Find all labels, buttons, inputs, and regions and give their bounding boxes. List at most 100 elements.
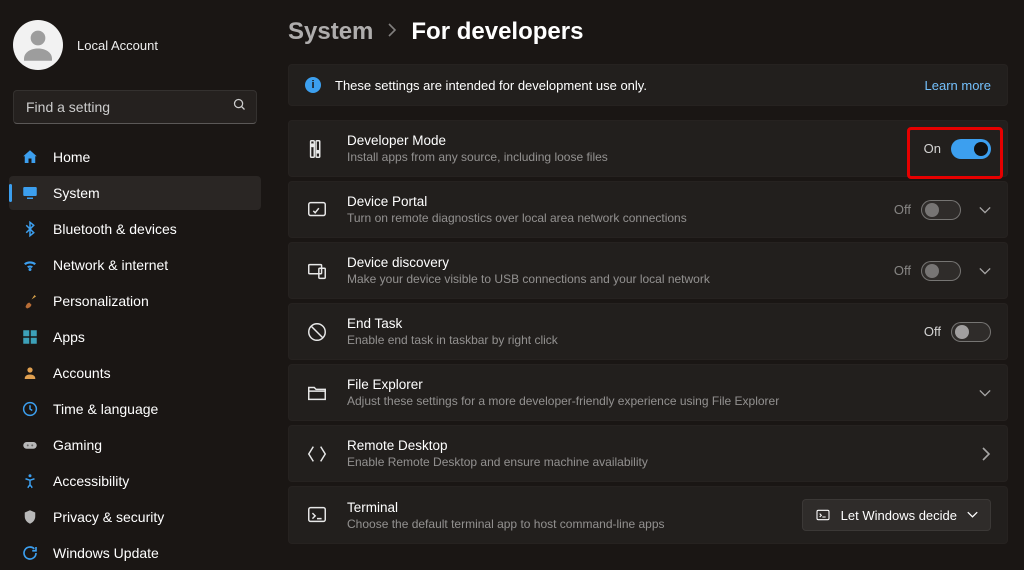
sidebar-item-label: Time & language (53, 401, 158, 417)
terminal-icon (305, 503, 329, 527)
sidebar-item-label: Network & internet (53, 257, 168, 273)
sidebar: Local Account Home System Bluetooth & de… (0, 0, 270, 557)
row-controls: Off (894, 200, 991, 220)
row-developer-mode[interactable]: Developer Mode Install apps from any sou… (288, 120, 1008, 177)
sidebar-item-label: Home (53, 149, 90, 165)
row-title: End Task (347, 316, 906, 331)
developer-mode-toggle[interactable] (951, 139, 991, 159)
row-subtitle: Turn on remote diagnostics over local ar… (347, 211, 876, 225)
search-wrap (13, 90, 257, 124)
device-portal-icon (305, 198, 329, 222)
sidebar-item-label: Apps (53, 329, 85, 345)
row-subtitle: Install apps from any source, including … (347, 150, 906, 164)
chevron-down-icon (979, 204, 991, 216)
info-icon: i (305, 77, 321, 93)
chevron-down-icon (979, 265, 991, 277)
row-text: Remote Desktop Enable Remote Desktop and… (347, 438, 955, 469)
avatar (13, 20, 63, 70)
breadcrumb-root[interactable]: System (288, 18, 373, 46)
toggle-label: Off (894, 263, 911, 278)
terminal-dropdown[interactable]: Let Windows decide (802, 499, 991, 531)
info-text: These settings are intended for developm… (335, 78, 911, 93)
sidebar-item-windows-update[interactable]: Windows Update (9, 536, 261, 570)
row-controls (971, 387, 991, 399)
time-icon (21, 400, 39, 418)
row-text: Terminal Choose the default terminal app… (347, 500, 784, 531)
row-text: Device Portal Turn on remote diagnostics… (347, 194, 876, 225)
sidebar-item-label: System (53, 185, 100, 201)
toggle-label: Off (924, 324, 941, 339)
sidebar-item-privacy[interactable]: Privacy & security (9, 500, 261, 534)
gaming-icon (21, 436, 39, 454)
row-controls: On (924, 139, 991, 159)
row-subtitle: Choose the default terminal app to host … (347, 517, 784, 531)
network-icon (21, 256, 39, 274)
sidebar-item-label: Privacy & security (53, 509, 164, 525)
terminal-small-icon (815, 507, 831, 523)
row-title: Remote Desktop (347, 438, 955, 453)
shield-icon (21, 508, 39, 526)
apps-icon (21, 328, 39, 346)
row-subtitle: Adjust these settings for a more develop… (347, 394, 953, 408)
row-title: Device discovery (347, 255, 876, 270)
row-controls: Off (894, 261, 991, 281)
sidebar-item-accounts[interactable]: Accounts (9, 356, 261, 390)
sidebar-item-label: Accessibility (53, 473, 129, 489)
toggle-label: On (924, 141, 941, 156)
row-remote-desktop[interactable]: Remote Desktop Enable Remote Desktop and… (288, 425, 1008, 482)
file-explorer-icon (305, 381, 329, 405)
nav-list: Home System Bluetooth & devices Network … (5, 140, 265, 570)
sidebar-item-time-language[interactable]: Time & language (9, 392, 261, 426)
row-device-portal[interactable]: Device Portal Turn on remote diagnostics… (288, 181, 1008, 238)
bluetooth-icon (21, 220, 39, 238)
toggle-label: Off (894, 202, 911, 217)
sidebar-item-home[interactable]: Home (9, 140, 261, 174)
sidebar-item-apps[interactable]: Apps (9, 320, 261, 354)
end-task-toggle[interactable] (951, 322, 991, 342)
chevron-right-icon (387, 23, 397, 42)
breadcrumb: System For developers (288, 18, 1008, 46)
row-file-explorer[interactable]: File Explorer Adjust these settings for … (288, 364, 1008, 421)
sidebar-item-accessibility[interactable]: Accessibility (9, 464, 261, 498)
row-text: End Task Enable end task in taskbar by r… (347, 316, 906, 347)
system-icon (21, 184, 39, 202)
device-portal-toggle[interactable] (921, 200, 961, 220)
search-input[interactable] (13, 90, 257, 124)
page-title: For developers (411, 18, 583, 46)
brush-icon (21, 292, 39, 310)
row-controls: Off (924, 322, 991, 342)
sidebar-item-personalization[interactable]: Personalization (9, 284, 261, 318)
learn-more-link[interactable]: Learn more (925, 78, 991, 93)
row-device-discovery[interactable]: Device discovery Make your device visibl… (288, 242, 1008, 299)
row-subtitle: Enable end task in taskbar by right clic… (347, 333, 906, 347)
developer-mode-icon (305, 137, 329, 161)
row-text: File Explorer Adjust these settings for … (347, 377, 953, 408)
row-subtitle: Enable Remote Desktop and ensure machine… (347, 455, 955, 469)
device-discovery-toggle[interactable] (921, 261, 961, 281)
home-icon (21, 148, 39, 166)
dropdown-label: Let Windows decide (841, 508, 957, 523)
chevron-down-icon (979, 387, 991, 399)
row-title: Terminal (347, 500, 784, 515)
sidebar-item-system[interactable]: System (9, 176, 261, 210)
row-controls (973, 447, 991, 461)
sidebar-item-bluetooth[interactable]: Bluetooth & devices (9, 212, 261, 246)
row-end-task[interactable]: End Task Enable end task in taskbar by r… (288, 303, 1008, 360)
row-title: Developer Mode (347, 133, 906, 148)
row-title: File Explorer (347, 377, 953, 392)
chevron-down-icon (967, 508, 978, 523)
sidebar-item-label: Bluetooth & devices (53, 221, 177, 237)
end-task-icon (305, 320, 329, 344)
row-subtitle: Make your device visible to USB connecti… (347, 272, 876, 286)
sidebar-item-network[interactable]: Network & internet (9, 248, 261, 282)
row-text: Developer Mode Install apps from any sou… (347, 133, 906, 164)
sidebar-item-label: Personalization (53, 293, 149, 309)
update-icon (21, 544, 39, 562)
main-panel: System For developers i These settings a… (270, 0, 1024, 557)
row-title: Device Portal (347, 194, 876, 209)
sidebar-item-label: Windows Update (53, 545, 159, 561)
row-terminal[interactable]: Terminal Choose the default terminal app… (288, 486, 1008, 544)
sidebar-item-gaming[interactable]: Gaming (9, 428, 261, 462)
accessibility-icon (21, 472, 39, 490)
account-row[interactable]: Local Account (5, 10, 265, 80)
